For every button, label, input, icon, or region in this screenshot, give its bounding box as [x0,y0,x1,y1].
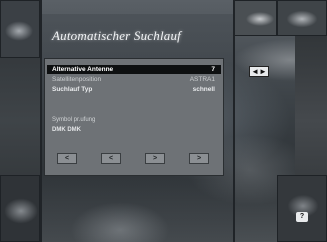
menu-row-value: 7 [211,66,215,73]
menu-row-scan-type[interactable]: Suchlauf Typ schnell [47,85,221,94]
thumbnail-top-right-1 [233,0,277,36]
nav-button-4[interactable]: > [189,153,209,164]
page-title: Automatischer Suchlauf [52,28,181,43]
menu-row-value: ASTRA1 [189,76,215,83]
nav-button-1[interactable]: < [57,153,77,164]
menu-row-label: Alternative Antenne [52,66,114,73]
menu-row-antenna[interactable]: Alternative Antenne 7 [47,65,221,74]
nav-button-2[interactable]: < [101,153,121,164]
section-value: DMK DMK [52,127,81,133]
settings-menu: Alternative Antenne 7 Satellitenposition… [44,58,224,176]
thumbnail-top-right-2 [277,0,327,36]
thumbnail-bottom-right [277,175,327,242]
thumbnail-bottom-left [0,175,40,242]
thumbnail-top-left [0,0,40,58]
help-icon[interactable]: ? [296,212,308,222]
menu-row-label: Suchlauf Typ [52,86,93,93]
section-label: Symbol pr.ufung [52,117,96,123]
menu-row-value: schnell [192,86,215,93]
menu-row-label: Satellitenposition [52,76,102,83]
menu-row-satellite[interactable]: Satellitenposition ASTRA1 [47,75,221,84]
nav-button-3[interactable]: > [145,153,165,164]
divider [233,0,235,242]
left-right-arrow-icon[interactable]: ◄► [249,66,269,77]
